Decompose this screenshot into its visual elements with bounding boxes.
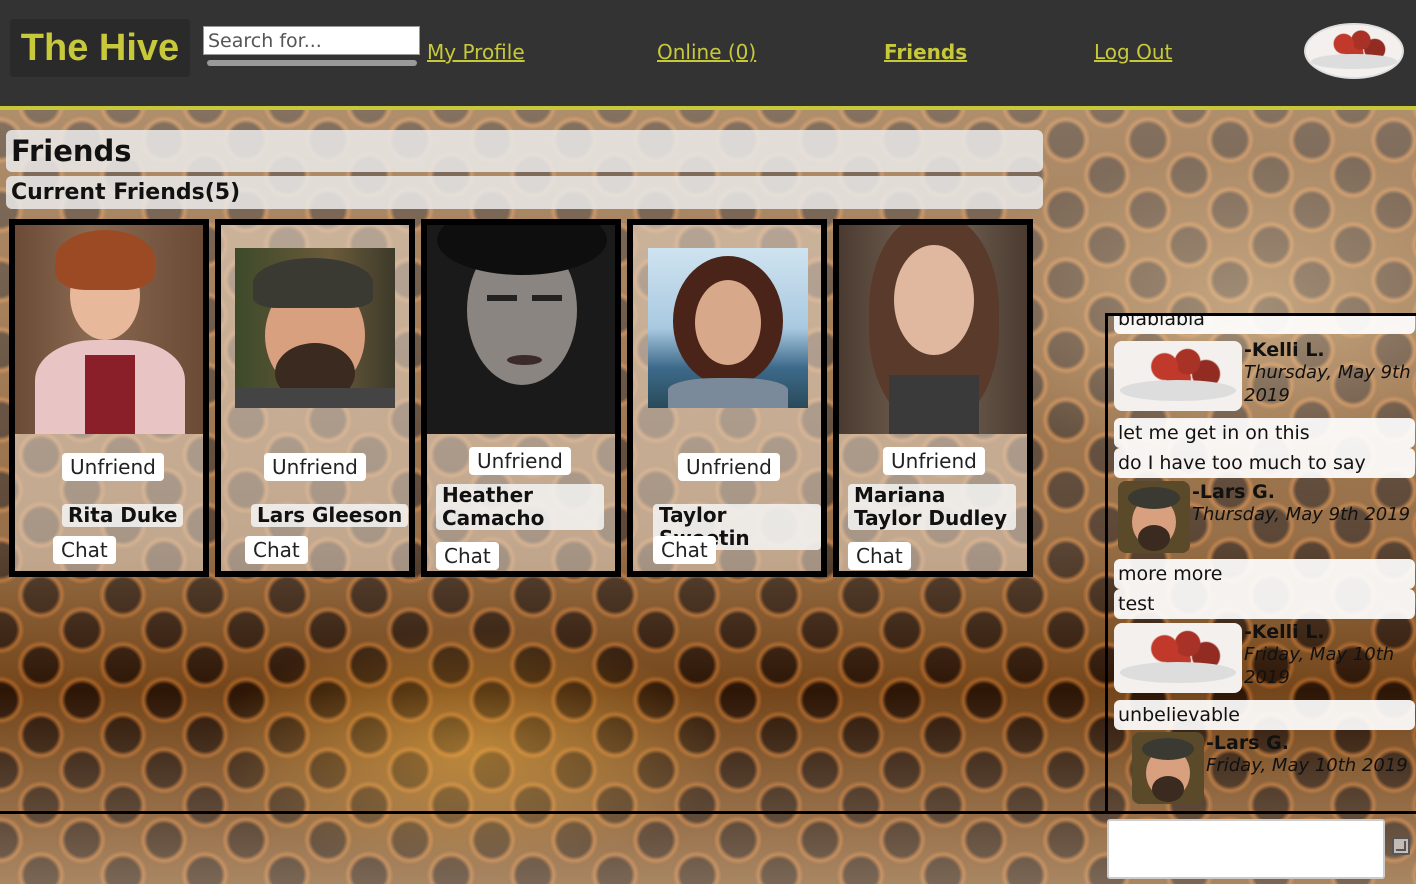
food-photo-icon xyxy=(1306,25,1402,77)
nav-log-out[interactable]: Log Out xyxy=(1094,40,1172,64)
chat-message-input[interactable] xyxy=(1107,819,1385,879)
chat-button[interactable]: Chat xyxy=(653,536,716,564)
chat-message: blablabla xyxy=(1114,316,1415,334)
food-photo-icon xyxy=(1114,341,1242,411)
unfriend-button[interactable]: Unfriend xyxy=(264,453,366,481)
app-logo[interactable]: The Hive xyxy=(10,19,190,77)
unfriend-button[interactable]: Unfriend xyxy=(469,447,571,475)
unfriend-button[interactable]: Unfriend xyxy=(678,453,780,481)
friend-photo xyxy=(427,225,615,434)
sender-date: Thursday, May 9th 2019 xyxy=(1244,362,1411,406)
nav-online[interactable]: Online (0) xyxy=(657,40,756,64)
friend-photo xyxy=(235,248,395,408)
footer-divider xyxy=(0,811,1416,814)
chat-sender: -Kelli L. Thursday, May 9th 2019 xyxy=(1114,339,1415,415)
friend-card-taylor-sweetin: Unfriend Taylor Sweetin Chat xyxy=(627,219,827,577)
chat-sender: -Lars G. Thursday, May 9th 2019 xyxy=(1114,481,1415,557)
chat-button[interactable]: Chat xyxy=(436,542,499,570)
top-header: The Hive My Profile Online (0) Friends L… xyxy=(0,0,1416,110)
sender-date: Thursday, May 9th 2019 xyxy=(1192,504,1411,525)
sender-name: -Lars G. xyxy=(1192,481,1275,503)
user-avatar[interactable] xyxy=(1304,23,1404,79)
chat-sender: -Lars G. Friday, May 10th 2019 xyxy=(1114,732,1415,808)
nav-my-profile[interactable]: My Profile xyxy=(427,40,525,64)
sender-date: Friday, May 10th 2019 xyxy=(1206,755,1408,776)
chat-message: test xyxy=(1114,589,1415,619)
friend-card-mariana-taylor-dudley: Unfriend Mariana Taylor Dudley Chat xyxy=(833,219,1033,577)
sender-avatar xyxy=(1114,623,1242,693)
unfriend-button[interactable]: Unfriend xyxy=(62,453,164,481)
sender-avatar xyxy=(1114,341,1242,411)
chat-panel[interactable]: blablabla -Kelli L. Thursday, May 9th 20… xyxy=(1105,313,1416,812)
chat-message: more more xyxy=(1114,559,1415,589)
chat-message: let me get in on this xyxy=(1114,418,1415,448)
friend-photo xyxy=(15,225,203,434)
chat-message: do I have too much to say xyxy=(1114,448,1415,478)
sender-name: -Kelli L. xyxy=(1244,621,1325,643)
search-input[interactable] xyxy=(203,26,420,55)
friend-card-rita-duke: Unfriend Rita Duke Chat xyxy=(9,219,209,577)
chat-button[interactable]: Chat xyxy=(848,542,911,570)
resize-icon[interactable] xyxy=(1392,837,1410,855)
sender-avatar xyxy=(1118,481,1190,553)
friend-name: Heather Camacho xyxy=(436,484,604,530)
chat-sender: -Kelli L. Friday, May 10th 2019 xyxy=(1114,621,1415,697)
food-photo-icon xyxy=(1114,623,1242,693)
sender-avatar xyxy=(1132,732,1204,804)
friend-photo xyxy=(648,248,808,408)
friend-photo xyxy=(839,225,1027,434)
friend-name: Rita Duke xyxy=(62,504,184,527)
chat-button[interactable]: Chat xyxy=(53,536,116,564)
unfriend-button[interactable]: Unfriend xyxy=(883,447,985,475)
page-title: Friends xyxy=(6,130,1043,172)
friend-name: Mariana Taylor Dudley xyxy=(848,484,1016,530)
chat-message: unbelievable xyxy=(1114,700,1415,730)
search-underline xyxy=(207,60,417,66)
sender-name: -Lars G. xyxy=(1206,732,1289,754)
friend-card-lars-gleeson: Unfriend Lars Gleeson Chat xyxy=(215,219,415,577)
sender-name: -Kelli L. xyxy=(1244,339,1325,361)
nav-friends[interactable]: Friends xyxy=(884,40,967,64)
current-friends-heading: Current Friends(5) xyxy=(6,176,1043,209)
friend-card-heather-camacho: Unfriend Heather Camacho Chat xyxy=(421,219,621,577)
friend-name: Lars Gleeson xyxy=(251,504,409,527)
sender-date: Friday, May 10th 2019 xyxy=(1244,644,1395,688)
chat-button[interactable]: Chat xyxy=(245,536,308,564)
